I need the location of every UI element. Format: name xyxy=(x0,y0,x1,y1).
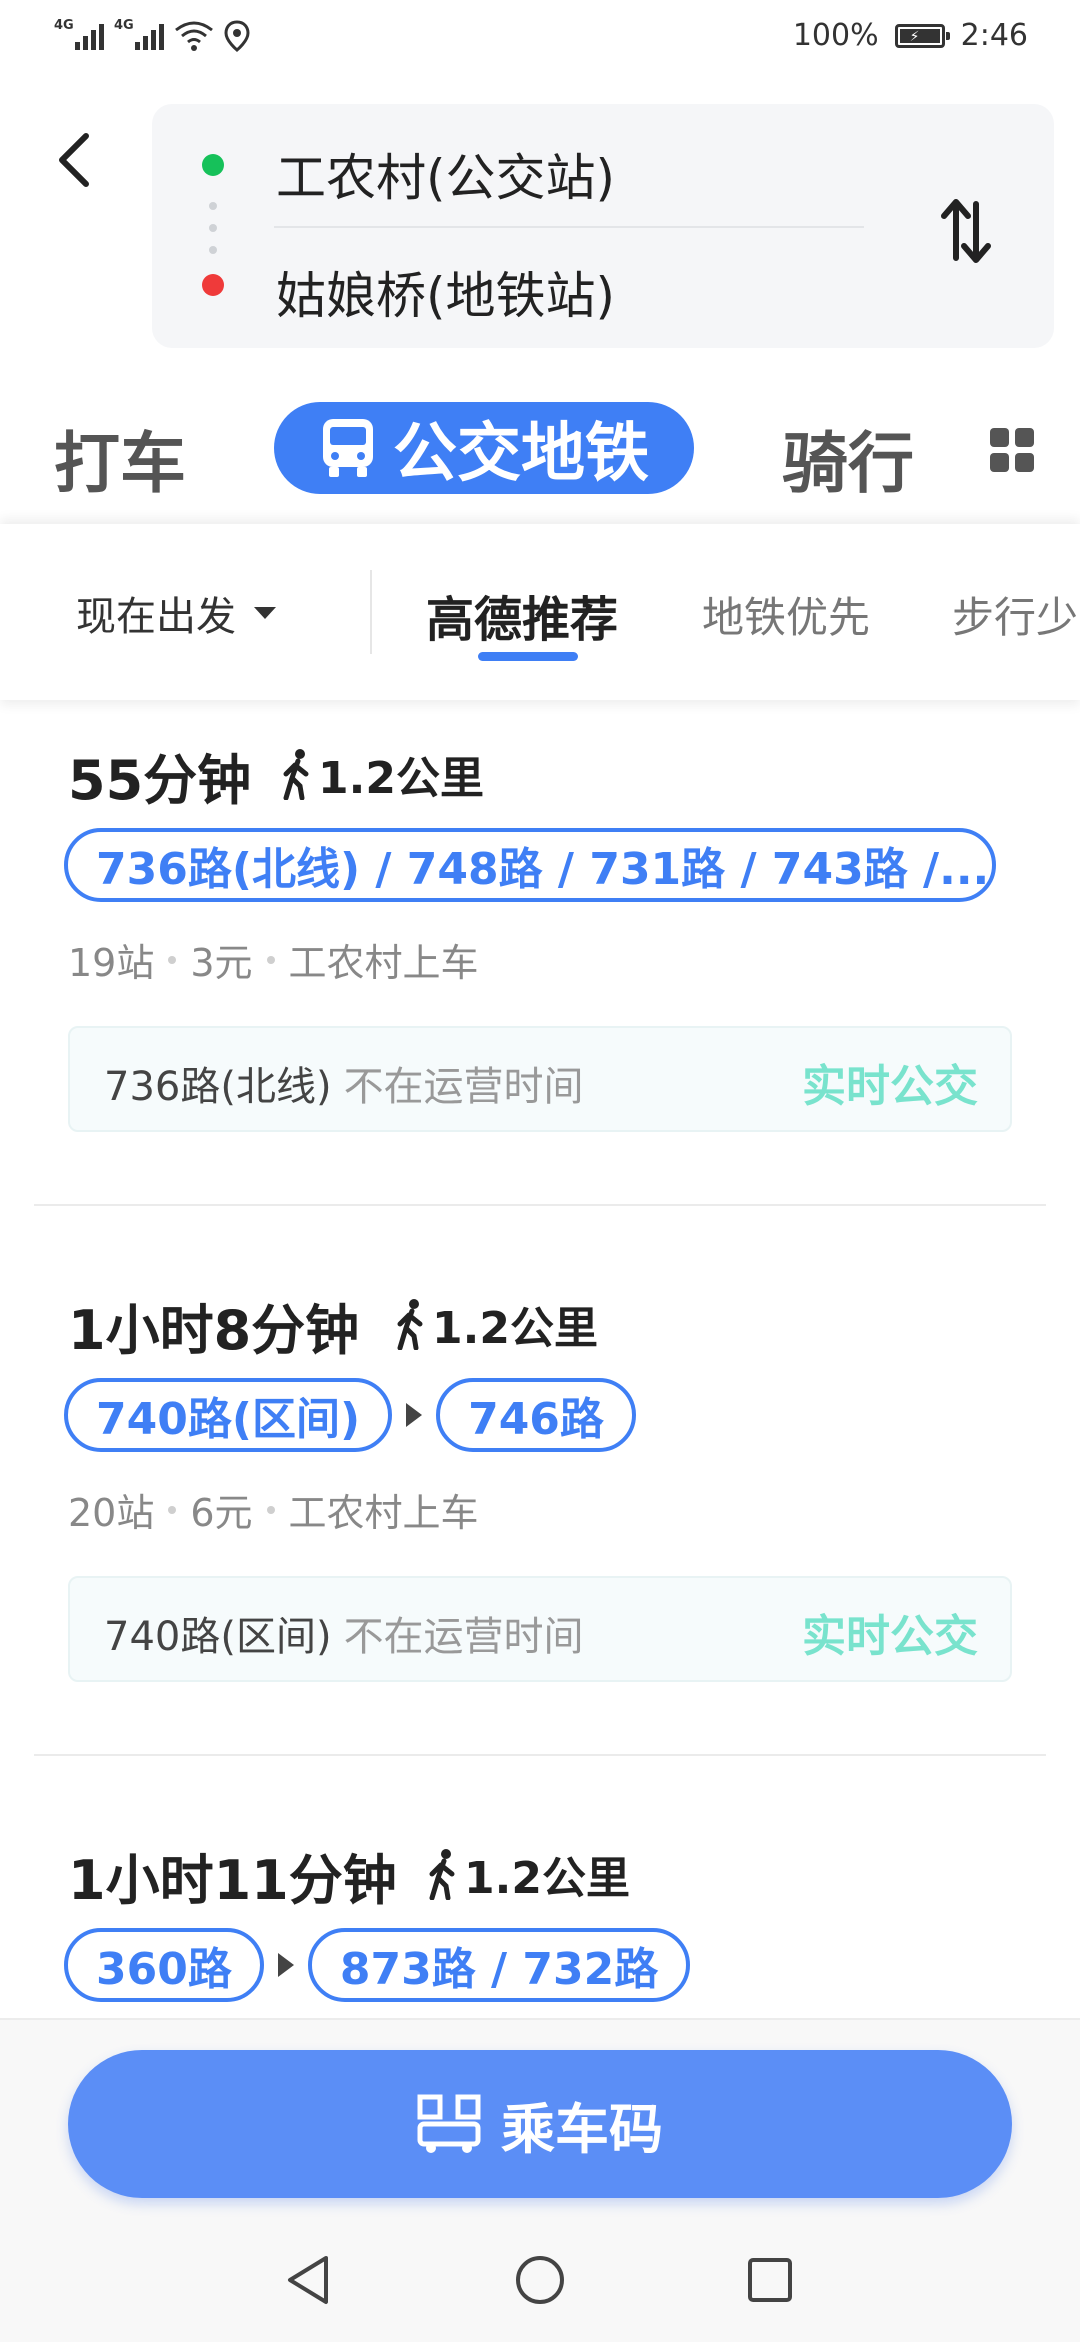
ride-code-label: 乘车码 xyxy=(501,2097,663,2161)
realtime-bus-label: 实时公交 xyxy=(802,1611,978,1662)
route-duration: 55分钟 xyxy=(68,749,252,812)
origin-field[interactable]: 工农村(公交站) xyxy=(276,138,615,210)
card-divider xyxy=(34,1204,1046,1206)
chevron-left-icon xyxy=(59,133,89,187)
tab-bike[interactable]: 骑行 xyxy=(782,410,914,506)
wifi-icon xyxy=(175,21,213,51)
active-sort-indicator xyxy=(478,652,578,661)
network-type: 4G xyxy=(54,18,74,33)
walk-distance: 1.2公里 xyxy=(424,1842,630,1906)
fare: 6元 xyxy=(190,1491,253,1535)
stop-count: 19站 xyxy=(68,941,155,985)
route-divider xyxy=(274,226,864,228)
walk-distance: 1.2公里 xyxy=(392,1292,598,1356)
realtime-line: 740路(区间) 不在运营时间 xyxy=(104,1604,584,1662)
route-card-1[interactable]: 55分钟 1.2公里 736路(北线) / 748路 / 731路 / 743路… xyxy=(34,736,1046,1132)
realtime-status: 不在运营时间 xyxy=(343,1064,584,1110)
depart-time-dropdown[interactable]: 现在出发 xyxy=(76,584,276,642)
sort-recommended[interactable]: 高德推荐 xyxy=(426,580,618,650)
walk-distance: 1.2公里 xyxy=(278,742,484,806)
walk-distance-text: 1.2公里 xyxy=(318,753,484,804)
tab-transit-label: 公交地铁 xyxy=(393,417,649,491)
walking-person-icon xyxy=(397,1299,423,1350)
triangle-back-icon xyxy=(288,2256,328,2304)
back-button[interactable] xyxy=(46,120,106,200)
destination-field[interactable]: 姑娘桥(地铁站) xyxy=(276,256,615,328)
line-chip[interactable]: 360路 xyxy=(64,1928,264,2002)
ride-code-button[interactable]: 乘车码 xyxy=(68,2050,1012,2198)
bus-icon xyxy=(323,419,373,477)
nav-back-button[interactable] xyxy=(280,2250,340,2310)
depart-time-label: 现在出发 xyxy=(76,594,236,640)
location-icon xyxy=(224,20,250,52)
transfer-arrow-icon xyxy=(406,1403,423,1427)
system-nav-bar xyxy=(0,2228,1080,2340)
card-divider xyxy=(34,1754,1046,1756)
route-connector-icon xyxy=(209,202,217,254)
realtime-line: 736路(北线) 不在运营时间 xyxy=(104,1054,584,1112)
line-chip[interactable]: 873路 / 732路 xyxy=(307,1928,691,2002)
line-chip[interactable]: 740路(区间) xyxy=(64,1378,393,1452)
realtime-bus-panel[interactable]: 740路(区间) 不在运营时间 实时公交 xyxy=(68,1576,1012,1682)
caret-down-icon xyxy=(254,607,276,619)
tab-taxi[interactable]: 打车 xyxy=(54,410,186,506)
walking-person-icon xyxy=(429,1849,455,1900)
route-card-2[interactable]: 1小时8分钟 1.2公里 740路(区间) 746路 20站 6元 工农村上车 … xyxy=(34,1286,1046,1682)
route-duration: 1小时8分钟 xyxy=(68,1299,360,1362)
start-dot-icon xyxy=(202,154,224,176)
realtime-line-name: 740路(区间) xyxy=(104,1614,332,1660)
line-chip[interactable]: 736路(北线) / 748路 / 731路 / 743路 /... xyxy=(64,828,996,902)
circle-home-icon xyxy=(516,2256,564,2304)
route-lines: 360路 873路 / 732路 xyxy=(64,1928,691,2002)
route-meta: 20站 6元 工农村上车 xyxy=(68,1482,479,1537)
battery-percent: 100% xyxy=(792,18,879,53)
sort-subway-first[interactable]: 地铁优先 xyxy=(702,584,870,645)
line-chip[interactable]: 746路 xyxy=(436,1378,636,1452)
signal-icon-2: 4G xyxy=(114,18,164,52)
status-right: 100% ⚡ 2:46 xyxy=(793,18,1028,53)
stop-count: 20站 xyxy=(68,1491,155,1535)
square-recents-icon xyxy=(748,2258,792,2302)
walking-person-icon xyxy=(283,749,309,800)
status-left: 4G 4G xyxy=(54,18,250,52)
realtime-status: 不在运营时间 xyxy=(343,1614,584,1660)
sort-less-walking[interactable]: 步行少 xyxy=(952,584,1078,645)
realtime-line-name: 736路(北线) xyxy=(104,1064,332,1110)
filter-bar: 现在出发 高德推荐 地铁优先 步行少 xyxy=(0,524,1080,700)
realtime-bus-label: 实时公交 xyxy=(802,1061,978,1112)
route-lines: 736路(北线) / 748路 / 731路 / 743路 /... xyxy=(64,828,996,902)
battery-icon: ⚡ xyxy=(894,23,950,48)
route-duration: 1小时11分钟 xyxy=(68,1849,397,1912)
route-input-box: 工农村(公交站) 姑娘桥(地铁站) xyxy=(152,104,1054,348)
walk-distance-text: 1.2公里 xyxy=(464,1853,630,1904)
status-bar: 4G 4G 100% ⚡ 2:46 xyxy=(0,0,1080,74)
route-card-3[interactable]: 1小时11分钟 1.2公里 360路 873路 / 732路 xyxy=(34,1836,1046,2016)
end-dot-icon xyxy=(202,274,224,296)
mode-tabs: 打车 公交地铁 骑行 xyxy=(0,390,1080,510)
filter-divider xyxy=(370,570,372,654)
transfer-arrow-icon xyxy=(277,1953,294,1977)
tab-transit[interactable]: 公交地铁 xyxy=(274,402,694,494)
walk-distance-text: 1.2公里 xyxy=(432,1303,598,1354)
fare: 3元 xyxy=(190,941,253,985)
bus-qr-code-icon xyxy=(417,2094,481,2153)
swap-button[interactable] xyxy=(936,196,996,266)
boarding-stop: 工农村上车 xyxy=(288,1491,479,1535)
nav-recents-button[interactable] xyxy=(740,2250,800,2310)
network-type-2: 4G xyxy=(114,18,134,33)
realtime-bus-panel[interactable]: 736路(北线) 不在运营时间 实时公交 xyxy=(68,1026,1012,1132)
clock: 2:46 xyxy=(960,18,1028,53)
more-modes-grid-icon[interactable] xyxy=(990,428,1034,472)
boarding-stop: 工农村上车 xyxy=(288,941,479,985)
signal-icon: 4G xyxy=(54,18,104,52)
nav-home-button[interactable] xyxy=(510,2250,570,2310)
swap-arrows-icon xyxy=(941,199,991,263)
route-meta: 19站 3元 工农村上车 xyxy=(68,932,479,987)
route-lines: 740路(区间) 746路 xyxy=(64,1378,636,1452)
